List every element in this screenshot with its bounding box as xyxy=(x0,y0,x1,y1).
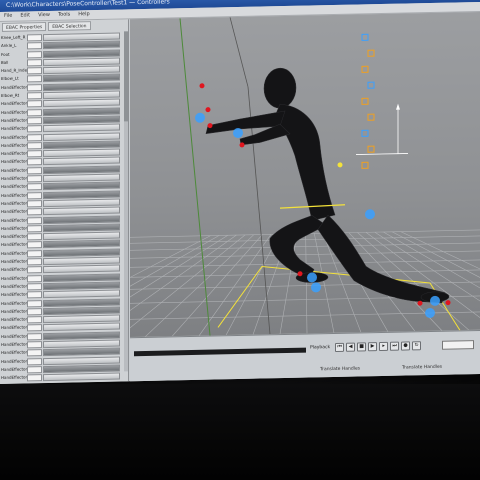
controller-marker[interactable] xyxy=(361,33,369,41)
play-button[interactable]: ▶ xyxy=(368,342,378,352)
panel-scrollbar[interactable] xyxy=(124,31,128,372)
property-value-field[interactable] xyxy=(27,141,42,150)
property-value-field[interactable] xyxy=(27,59,42,67)
property-value-field[interactable] xyxy=(27,341,42,349)
translate-handles-label: Translate Handles xyxy=(320,366,361,373)
effector-marker[interactable] xyxy=(365,209,375,220)
controller-marker[interactable] xyxy=(367,113,375,121)
tab-selection[interactable]: EBAC Selection xyxy=(48,21,91,31)
controller-marker[interactable] xyxy=(367,81,375,89)
property-value-field[interactable] xyxy=(27,332,42,341)
property-slider[interactable] xyxy=(43,372,120,382)
3d-viewport[interactable] xyxy=(130,11,480,338)
effector-marker[interactable] xyxy=(311,282,321,293)
property-value-field[interactable] xyxy=(27,50,42,59)
property-value-field[interactable] xyxy=(27,191,42,200)
first-frame-button[interactable]: ⏮ xyxy=(335,342,345,352)
property-value-field[interactable] xyxy=(27,175,42,183)
property-value-field[interactable] xyxy=(27,200,42,208)
character-leg-right xyxy=(317,214,446,304)
property-value-field[interactable] xyxy=(27,299,42,307)
controller-marker[interactable] xyxy=(367,145,375,153)
effector-marker[interactable] xyxy=(205,107,211,113)
property-value-field[interactable] xyxy=(27,166,42,175)
effector-marker[interactable] xyxy=(445,300,451,306)
property-value-field[interactable] xyxy=(27,324,42,332)
timeline-scrubber[interactable] xyxy=(134,347,306,357)
property-value-field[interactable] xyxy=(27,233,42,241)
scroll-thumb[interactable] xyxy=(124,31,128,122)
controller-marker[interactable] xyxy=(367,49,375,57)
property-value-field[interactable] xyxy=(27,307,42,316)
property-value-field[interactable] xyxy=(27,42,42,50)
property-value-field[interactable] xyxy=(27,349,42,357)
property-value-field[interactable] xyxy=(27,150,42,158)
effector-marker[interactable] xyxy=(337,162,343,168)
prev-key-button[interactable]: ◀ xyxy=(346,342,356,352)
property-value-field[interactable] xyxy=(27,266,42,274)
last-frame-button[interactable]: ⏭ xyxy=(390,341,400,351)
controller-marker[interactable] xyxy=(361,97,369,105)
character-head xyxy=(263,67,297,109)
property-value-field[interactable] xyxy=(27,67,42,75)
effector-marker[interactable] xyxy=(239,142,245,148)
property-value-field[interactable] xyxy=(27,108,42,117)
property-value-field[interactable] xyxy=(27,224,42,233)
viewport-scene xyxy=(130,17,480,338)
property-value-field[interactable] xyxy=(27,357,42,366)
property-row: HandEffector_Extra xyxy=(0,372,124,383)
menu-item-view[interactable]: View xyxy=(38,11,50,20)
effector-marker[interactable] xyxy=(195,112,205,123)
property-value-field[interactable] xyxy=(27,158,42,166)
property-value-field[interactable] xyxy=(27,283,42,291)
menu-item-tools[interactable]: Tools xyxy=(58,11,70,20)
property-value-field[interactable] xyxy=(27,374,42,382)
timeline-bar: Playback ⏮ ◀ ■ ▶ ▸ ⏭ ● ↻ Translate Handl… xyxy=(130,329,480,383)
character-torso xyxy=(274,103,336,221)
controller-marker[interactable] xyxy=(361,129,369,137)
property-value-field[interactable] xyxy=(27,75,42,83)
playback-label: Playback xyxy=(310,345,331,351)
property-value-field[interactable] xyxy=(27,365,42,374)
property-value-field[interactable] xyxy=(27,274,42,283)
window-title: C:\Work\Characters\PoseController\Test1 … xyxy=(6,0,170,9)
playback-controls: Playback ⏮ ◀ ■ ▶ ▸ ⏭ ● ↻ xyxy=(310,341,422,352)
property-value-field[interactable] xyxy=(27,241,42,249)
property-value-field[interactable] xyxy=(27,133,42,141)
translate-handles-label-2: Translate Handles xyxy=(402,364,443,371)
property-value-field[interactable] xyxy=(27,34,42,42)
menu-item-file[interactable]: File xyxy=(4,12,12,21)
menu-item-edit[interactable]: Edit xyxy=(20,11,30,20)
controller-marker[interactable] xyxy=(361,161,369,169)
wall-guide-line xyxy=(229,17,249,87)
property-value-field[interactable] xyxy=(27,83,42,92)
property-value-field[interactable] xyxy=(27,316,42,324)
menu-item-help[interactable]: Help xyxy=(78,10,89,19)
property-value-field[interactable] xyxy=(27,258,42,266)
property-value-field[interactable] xyxy=(27,100,42,108)
property-value-field[interactable] xyxy=(27,183,42,191)
next-key-button[interactable]: ▸ xyxy=(379,341,389,352)
property-rows: Knee_Left_R Ankle_L Foot Ball Hand_R_Index El… xyxy=(0,31,124,382)
frame-field[interactable] xyxy=(442,340,474,350)
transform-gizmo[interactable] xyxy=(356,103,408,155)
property-value-field[interactable] xyxy=(27,216,42,224)
property-value-field[interactable] xyxy=(27,208,42,216)
property-value-field[interactable] xyxy=(27,291,42,299)
effector-marker[interactable] xyxy=(199,83,205,89)
properties-panel: EBAC Properties EBAC Selection Knee_Left… xyxy=(0,19,129,384)
loop-button[interactable]: ↻ xyxy=(412,341,422,351)
property-value-field[interactable] xyxy=(27,92,42,100)
property-value-field[interactable] xyxy=(27,125,42,133)
effector-marker[interactable] xyxy=(425,307,435,318)
property-value-field[interactable] xyxy=(27,117,42,125)
property-value-field[interactable] xyxy=(27,249,42,258)
stop-button[interactable]: ■ xyxy=(357,342,367,352)
projected-screen: C:\Work\Characters\PoseController\Test1 … xyxy=(0,0,480,384)
record-button[interactable]: ● xyxy=(401,341,411,351)
stage-floor xyxy=(0,384,480,480)
tab-properties[interactable]: EBAC Properties xyxy=(2,22,47,32)
controller-marker[interactable] xyxy=(361,65,369,73)
